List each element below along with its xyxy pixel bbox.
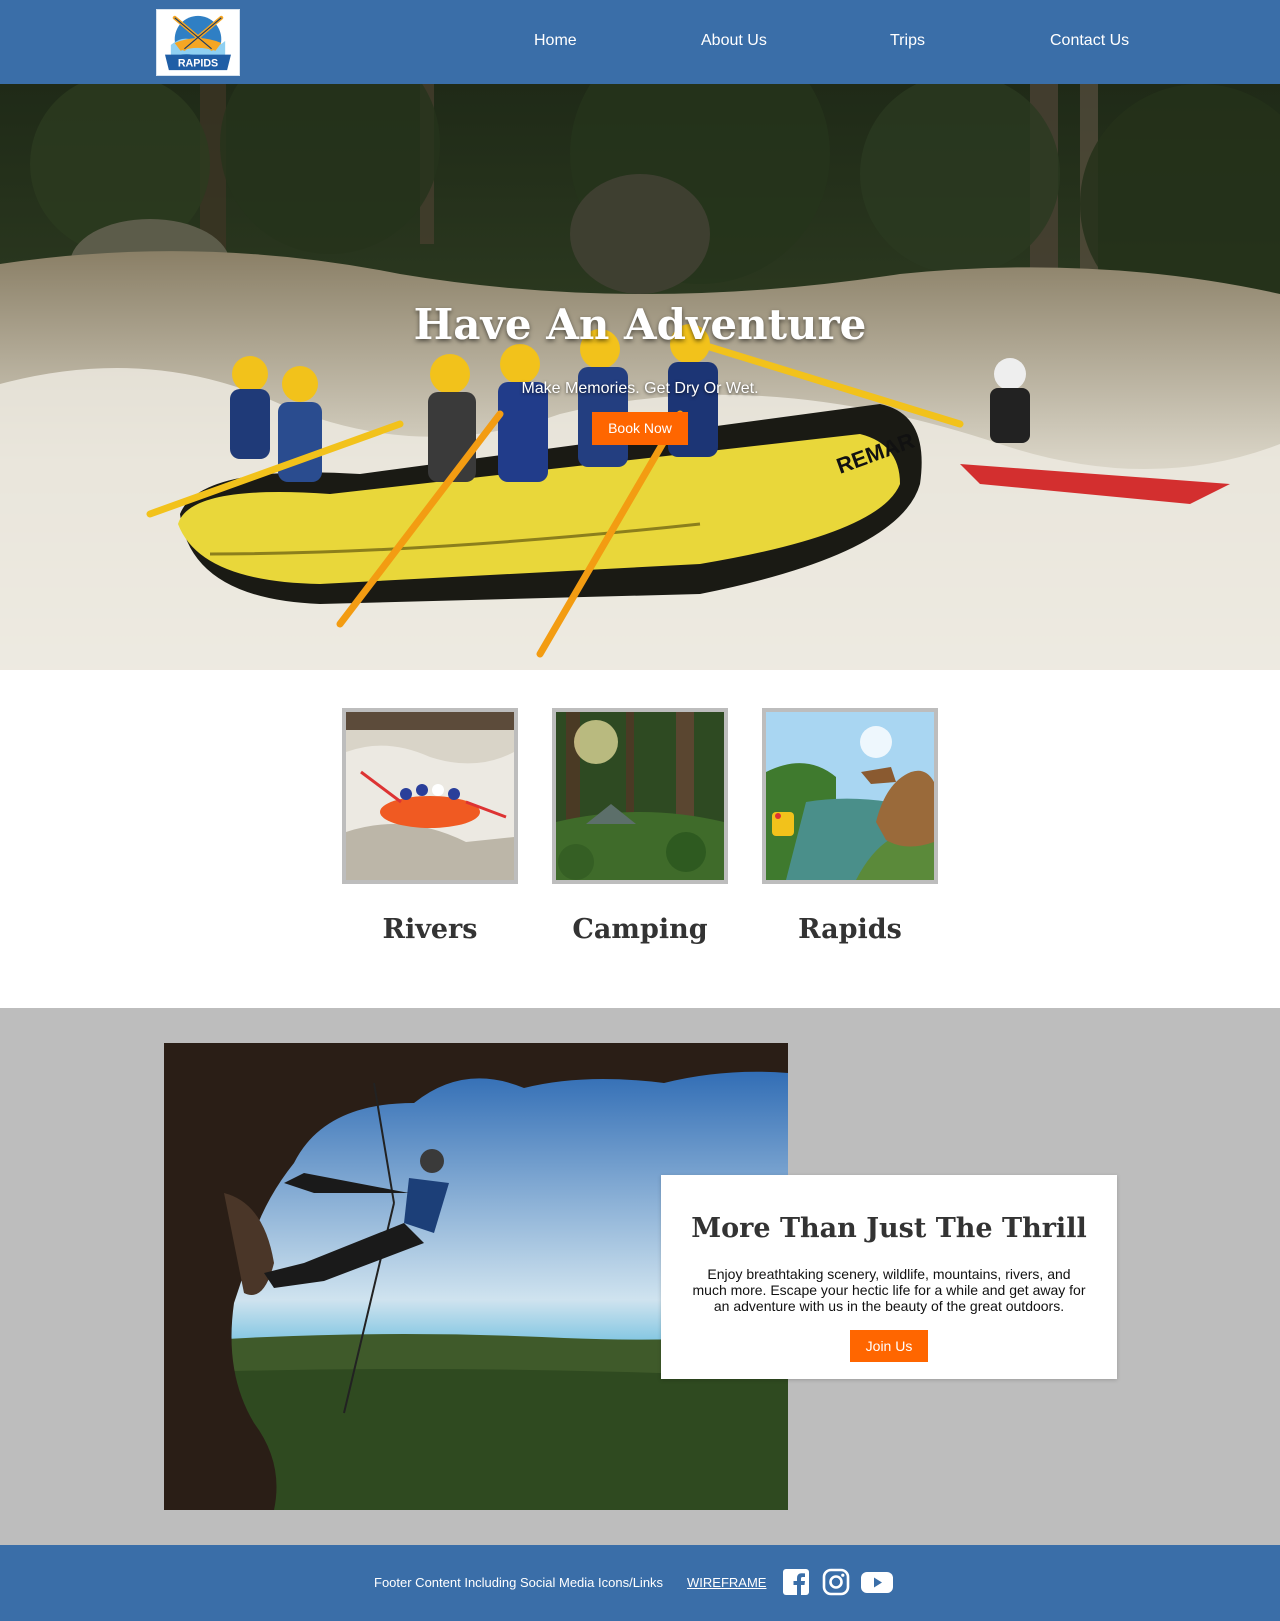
feature-description: Enjoy breathtaking scenery, wildlife, mo…	[692, 1266, 1086, 1314]
book-now-button[interactable]: Book Now	[592, 412, 688, 445]
hero-rafting-image: REMAR	[0, 84, 1280, 670]
dinosaur-ride-image	[766, 712, 934, 880]
forest-camping-image	[556, 712, 724, 880]
feature-card: More Than Just The Thrill Enjoy breathta…	[661, 1175, 1117, 1379]
facebook-icon[interactable]	[782, 1568, 810, 1596]
youtube-icon[interactable]	[861, 1568, 893, 1596]
hero-subtitle: Make Memories. Get Dry Or Wet.	[521, 380, 759, 397]
hero-section: REMAR Have An Adventure Make Memories. G…	[0, 84, 1280, 670]
nav-contact-us[interactable]: Contact Us	[1050, 32, 1129, 50]
nav-home[interactable]: Home	[534, 32, 577, 50]
wireframe-link[interactable]: WIREFRAME	[687, 1575, 766, 1590]
nav-about-us[interactable]: About Us	[701, 32, 767, 50]
site-footer: Footer Content Including Social Media Ic…	[0, 1545, 1280, 1621]
feature-title: More Than Just The Thrill	[691, 1213, 1087, 1244]
river-rafting-photo[interactable]	[342, 708, 518, 884]
feature-section: More Than Just The Thrill Enjoy breathta…	[0, 1008, 1280, 1545]
join-us-button[interactable]: Join Us	[850, 1330, 928, 1362]
card-rivers[interactable]: Rivers	[342, 708, 518, 945]
site-header: RAPIDS Home About Us Trips Contact Us	[0, 0, 1280, 84]
card-label-camping: Camping	[572, 914, 708, 945]
card-rapids[interactable]: Rapids	[762, 708, 938, 945]
hero-title: Have An Adventure	[413, 300, 867, 349]
card-label-rivers: Rivers	[382, 914, 478, 945]
instagram-icon[interactable]	[822, 1568, 850, 1596]
dinosaur-ride-photo[interactable]	[762, 708, 938, 884]
nav-trips[interactable]: Trips	[890, 32, 925, 50]
trip-categories: Rivers Camping Rapids	[0, 670, 1280, 1008]
card-camping[interactable]: Camping	[552, 708, 728, 945]
footer-text: Footer Content Including Social Media Ic…	[374, 1575, 664, 1590]
main-nav: Home About Us Trips Contact Us	[0, 0, 1280, 84]
river-rafting-image	[346, 712, 514, 880]
forest-camping-photo[interactable]	[552, 708, 728, 884]
card-label-rapids: Rapids	[798, 914, 902, 945]
